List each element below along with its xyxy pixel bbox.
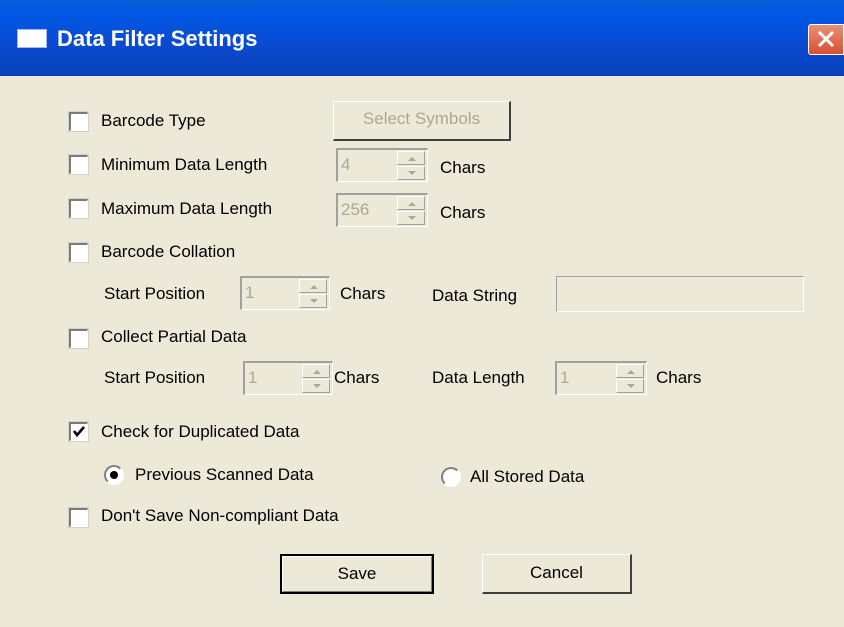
- spin-down-button[interactable]: [397, 211, 425, 225]
- spin-up-button[interactable]: [616, 364, 644, 378]
- data-length-spinner[interactable]: 1: [555, 361, 647, 395]
- min-length-spinner[interactable]: 4: [336, 148, 428, 182]
- spin-up-button[interactable]: [302, 364, 330, 378]
- collect-partial-label: Collect Partial Data: [101, 327, 247, 346]
- max-length-checkbox[interactable]: [68, 198, 89, 219]
- partial-start-value: 1: [248, 368, 258, 387]
- data-string-label: Data String: [432, 286, 518, 305]
- window-title: Data Filter Settings: [57, 26, 258, 51]
- spin-down-button[interactable]: [302, 379, 330, 393]
- data-length-label: Data Length: [432, 368, 525, 387]
- barcode-collation-label: Barcode Collation: [101, 242, 236, 261]
- barcode-collation-checkbox[interactable]: [68, 242, 89, 263]
- partial-start-unit: Chars: [334, 368, 380, 387]
- arrow-down-icon: [627, 384, 635, 388]
- checkmark-icon: [72, 426, 85, 438]
- spin-down-button[interactable]: [397, 166, 425, 180]
- min-length-checkbox[interactable]: [68, 154, 89, 175]
- spin-down-button[interactable]: [299, 294, 327, 308]
- collation-start-unit: Chars: [340, 284, 386, 303]
- arrow-down-icon: [310, 299, 318, 303]
- noncompliant-label: Don't Save Non-compliant Data: [101, 506, 339, 525]
- select-symbols-button[interactable]: Select Symbols: [333, 101, 511, 141]
- arrow-down-icon: [408, 171, 416, 175]
- arrow-down-icon: [313, 384, 321, 388]
- min-length-label: Minimum Data Length: [101, 155, 268, 174]
- duplicates-checkbox[interactable]: [68, 421, 89, 442]
- all-stored-label: All Stored Data: [470, 467, 585, 486]
- barcode-type-label: Barcode Type: [101, 111, 206, 130]
- spin-up-button[interactable]: [299, 279, 327, 293]
- spin-up-button[interactable]: [397, 151, 425, 165]
- noncompliant-checkbox[interactable]: [68, 507, 89, 528]
- spin-down-button[interactable]: [616, 379, 644, 393]
- partial-start-label: Start Position: [104, 368, 206, 387]
- radio-selected-dot: [110, 471, 118, 479]
- duplicates-label: Check for Duplicated Data: [101, 422, 300, 441]
- collation-start-value: 1: [245, 283, 255, 302]
- previous-scanned-label: Previous Scanned Data: [135, 465, 314, 484]
- spin-up-button[interactable]: [397, 196, 425, 210]
- data-string-input[interactable]: [556, 276, 804, 312]
- partial-start-spinner[interactable]: 1: [243, 361, 333, 395]
- close-button[interactable]: [808, 24, 844, 55]
- collation-start-label: Start Position: [104, 284, 206, 303]
- arrow-up-icon: [627, 370, 635, 374]
- cancel-button[interactable]: Cancel: [482, 554, 632, 594]
- collation-start-spinner[interactable]: 1: [240, 276, 330, 310]
- window-icon: [17, 29, 47, 48]
- arrow-up-icon: [313, 370, 321, 374]
- dialog-window: Data Filter Settings Barcode Type Select…: [0, 0, 844, 627]
- arrow-up-icon: [408, 202, 416, 206]
- arrow-down-icon: [408, 216, 416, 220]
- title-bar[interactable]: Data Filter Settings: [0, 0, 844, 76]
- max-length-unit: Chars: [440, 203, 486, 222]
- data-length-value: 1: [560, 368, 570, 387]
- data-length-unit: Chars: [656, 368, 702, 387]
- max-length-spinner[interactable]: 256: [336, 193, 428, 227]
- arrow-up-icon: [310, 285, 318, 289]
- arrow-up-icon: [408, 157, 416, 161]
- max-length-value: 256: [341, 200, 370, 219]
- all-stored-radio[interactable]: [441, 467, 461, 487]
- min-length-unit: Chars: [440, 158, 486, 177]
- close-x-icon: [817, 30, 835, 48]
- barcode-type-checkbox[interactable]: [68, 111, 89, 132]
- previous-scanned-radio[interactable]: [104, 465, 124, 485]
- min-length-value: 4: [341, 155, 351, 174]
- max-length-label: Maximum Data Length: [101, 199, 273, 218]
- save-button[interactable]: Save: [280, 554, 434, 594]
- collect-partial-checkbox[interactable]: [68, 328, 89, 349]
